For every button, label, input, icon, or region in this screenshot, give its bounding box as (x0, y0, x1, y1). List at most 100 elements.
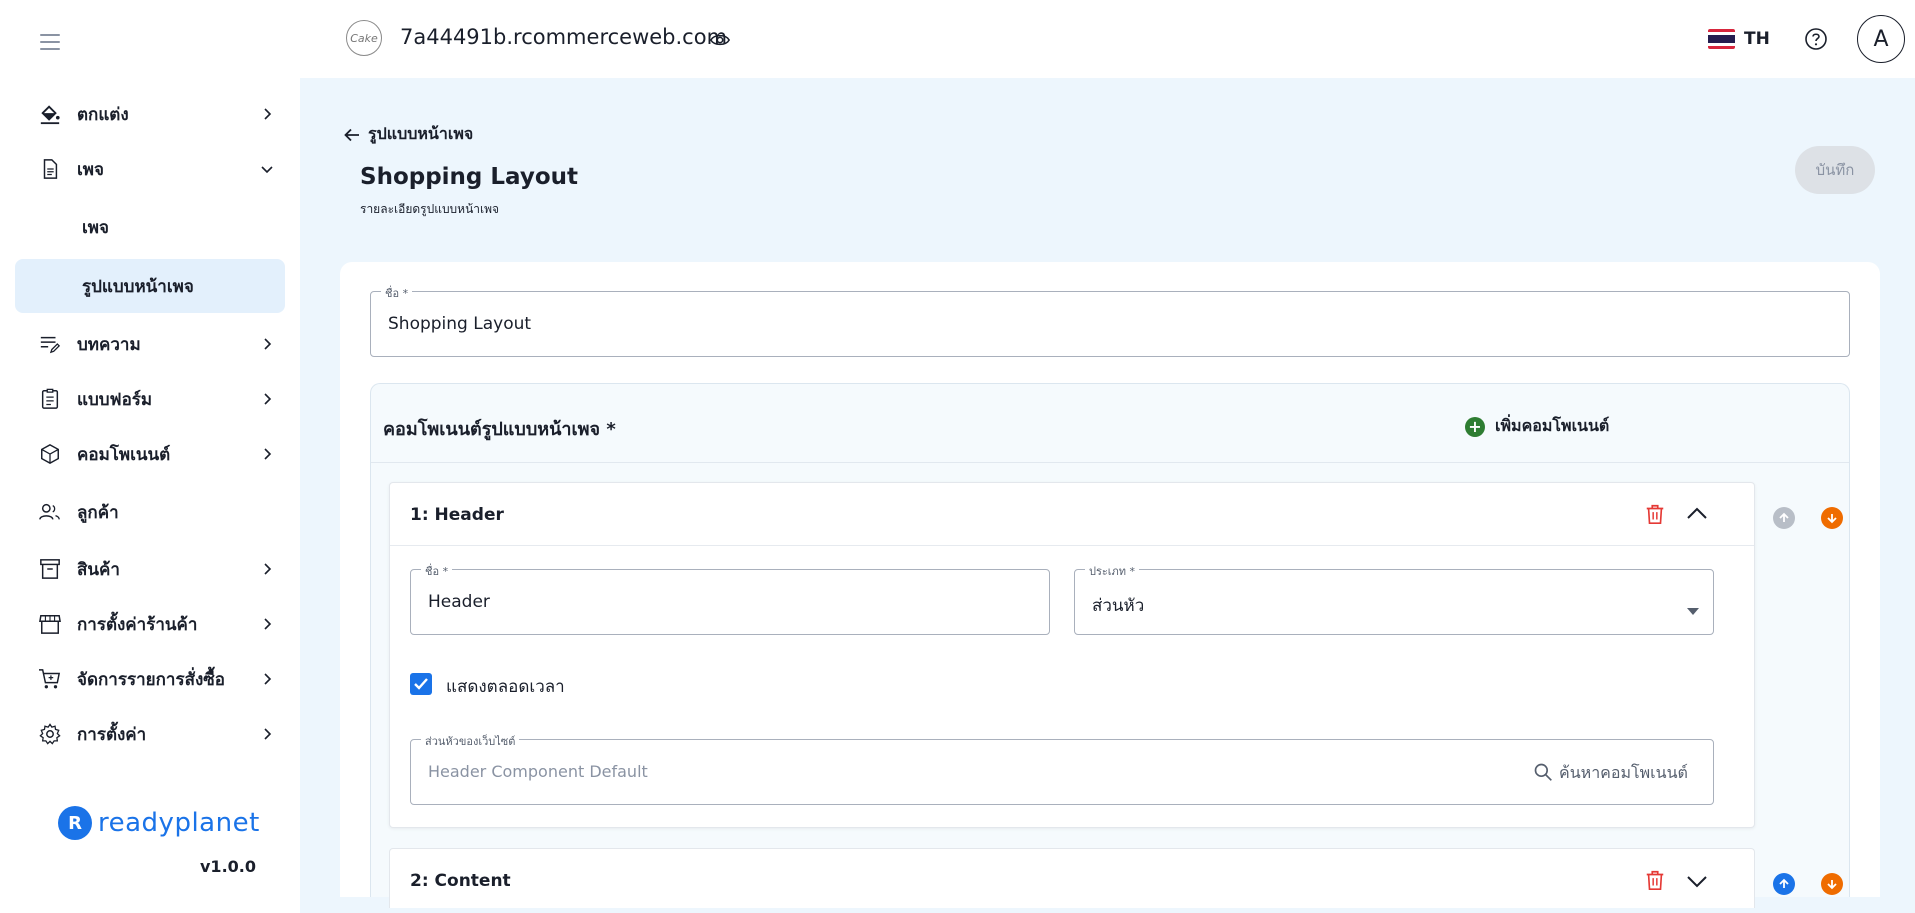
check-icon (414, 678, 428, 690)
layout-name-field[interactable]: ชื่อ * Shopping Layout (370, 284, 1850, 357)
plus-circle-icon: + (1465, 416, 1485, 437)
main-content: รูปแบบหน้าเพจ Shopping Layout รายละเอียด… (300, 78, 1915, 913)
search-component-label[interactable]: ค้นหาคอมโพเนนต์ (1559, 761, 1688, 786)
move-down-button[interactable] (1821, 507, 1843, 529)
field-label: ส่วนหัวของเว็บไซต์ (421, 732, 520, 750)
divider (371, 462, 1849, 463)
sidebar-item-forms[interactable]: แบบฟอร์ม (0, 374, 300, 424)
chevron-right-icon (260, 562, 274, 576)
move-down-button[interactable] (1821, 873, 1843, 895)
chevron-right-icon (260, 727, 274, 741)
thai-flag-icon[interactable] (1708, 29, 1735, 49)
storefront-icon (38, 612, 62, 636)
archive-box-icon (38, 557, 62, 581)
components-panel: คอมโพเนนต์รูปแบบหน้าเพจ * + เพิ่มคอมโพเน… (370, 383, 1850, 908)
app-version: v1.0.0 (200, 857, 256, 876)
sidebar-item-label: ตกแต่ง (77, 104, 129, 125)
sidebar-subitem-label: รูปแบบหน้าเพจ (82, 276, 194, 297)
add-component-label: เพิ่มคอมโพเนนต์ (1495, 416, 1610, 435)
brand-logo: R readyplanet (58, 806, 260, 840)
component-type-select[interactable]: ประเภท * ส่วนหัว (1074, 562, 1714, 635)
sidebar-subitem-label: เพจ (82, 217, 109, 238)
chevron-right-icon (260, 617, 274, 631)
chevron-right-icon (260, 672, 274, 686)
trash-icon[interactable] (1644, 503, 1666, 525)
header-component-search-field[interactable]: ส่วนหัวของเว็บไซต์ Header Component Defa… (410, 732, 1714, 805)
layout-name-value: Shopping Layout (388, 314, 532, 334)
sidebar: ตกแต่ง เพจ เพจ รูปแบบหน้าเพจ บทความ แบบฟ… (0, 0, 300, 913)
readyplanet-logo-icon: R (58, 806, 92, 840)
back-link-label: รูปแบบหน้าเพจ (368, 124, 474, 143)
arrow-down-icon (1827, 880, 1837, 890)
chevron-right-icon (260, 107, 274, 121)
document-icon (38, 157, 62, 181)
article-edit-icon (38, 332, 62, 356)
section-title: 1: Header (410, 505, 504, 525)
users-icon (38, 500, 62, 524)
chevron-right-icon (260, 447, 274, 461)
sidebar-item-store-settings[interactable]: การตั้งค่าร้านค้า (0, 599, 300, 649)
header-component-value: Header Component Default (428, 762, 648, 781)
chevron-down-icon[interactable] (1685, 869, 1709, 893)
cart-icon (38, 667, 62, 691)
eye-icon[interactable] (709, 30, 731, 50)
back-link[interactable]: รูปแบบหน้าเพจ (344, 122, 473, 147)
sidebar-item-label: แบบฟอร์ม (77, 389, 153, 410)
section-title: 2: Content (410, 871, 511, 891)
component-type-value: ส่วนหัว (1092, 596, 1145, 616)
component-section-header: 1: Header ชื่อ * Header ประเภท * ส่วนหัว (389, 482, 1755, 828)
sidebar-item-components[interactable]: คอมโพเนนต์ (0, 429, 300, 479)
sidebar-subitem-pages[interactable]: เพจ (15, 200, 285, 254)
components-title: คอมโพเนนต์รูปแบบหน้าเพจ * (383, 419, 616, 440)
brand-name: readyplanet (98, 808, 260, 838)
component-section-content[interactable]: 2: Content (389, 848, 1755, 908)
site-logo: Cake (346, 20, 382, 56)
layout-form-card: ชื่อ * Shopping Layout คอมโพเนนต์รูปแบบห… (340, 262, 1880, 908)
dropdown-arrow-icon (1687, 600, 1699, 619)
user-avatar[interactable]: A (1857, 15, 1905, 63)
sidebar-item-decorate[interactable]: ตกแต่ง (0, 89, 300, 139)
add-component-button[interactable]: + เพิ่มคอมโพเนนต์ (1465, 414, 1609, 439)
move-up-button[interactable] (1773, 507, 1795, 529)
field-label: ชื่อ * (421, 562, 453, 580)
sidebar-item-pages[interactable]: เพจ (0, 144, 300, 194)
always-show-checkbox[interactable] (410, 673, 432, 695)
gear-icon (38, 722, 62, 746)
sidebar-item-orders[interactable]: จัดการรายการสั่งซื้อ (0, 654, 300, 704)
form-clipboard-icon (38, 387, 62, 411)
chevron-right-icon (260, 392, 274, 406)
save-button[interactable]: บันทึก (1795, 146, 1875, 194)
page-title: Shopping Layout (360, 164, 579, 190)
cube-icon (38, 442, 62, 466)
chevron-up-icon[interactable] (1685, 502, 1709, 526)
paint-bucket-icon (38, 102, 62, 126)
sidebar-item-label: สินค้า (77, 559, 120, 580)
menu-icon[interactable] (40, 34, 60, 50)
component-name-field[interactable]: ชื่อ * Header (410, 562, 1050, 635)
chevron-down-icon (260, 162, 274, 176)
language-selector[interactable]: TH (1744, 29, 1770, 49)
arrow-down-icon (1827, 514, 1837, 524)
sidebar-item-label: เพจ (77, 159, 104, 180)
arrow-left-icon (344, 128, 359, 141)
sidebar-item-label: บทความ (77, 334, 141, 355)
sidebar-item-articles[interactable]: บทความ (0, 319, 300, 369)
sidebar-item-label: ลูกค้า (77, 502, 119, 523)
always-show-label: แสดงตลอดเวลา (446, 677, 565, 697)
search-icon[interactable] (1533, 762, 1553, 786)
sidebar-item-label: จัดการรายการสั่งซื้อ (77, 669, 226, 690)
move-up-button[interactable] (1773, 873, 1795, 895)
section-header[interactable]: 1: Header (390, 483, 1754, 546)
sidebar-item-label: การตั้งค่าร้านค้า (77, 614, 198, 635)
topbar: Cake 7a44491b.rcommerceweb.com TH A (300, 0, 1915, 78)
help-icon[interactable] (1804, 27, 1828, 51)
sidebar-item-customers[interactable]: ลูกค้า (0, 487, 300, 537)
chevron-right-icon (260, 337, 274, 351)
arrow-up-icon (1779, 878, 1789, 888)
sidebar-item-label: คอมโพเนนต์ (77, 444, 171, 465)
sidebar-item-label: การตั้งค่า (77, 724, 147, 745)
sidebar-item-settings[interactable]: การตั้งค่า (0, 709, 300, 759)
sidebar-item-products[interactable]: สินค้า (0, 544, 300, 594)
trash-icon[interactable] (1644, 869, 1666, 891)
sidebar-subitem-page-layouts[interactable]: รูปแบบหน้าเพจ (15, 259, 285, 313)
